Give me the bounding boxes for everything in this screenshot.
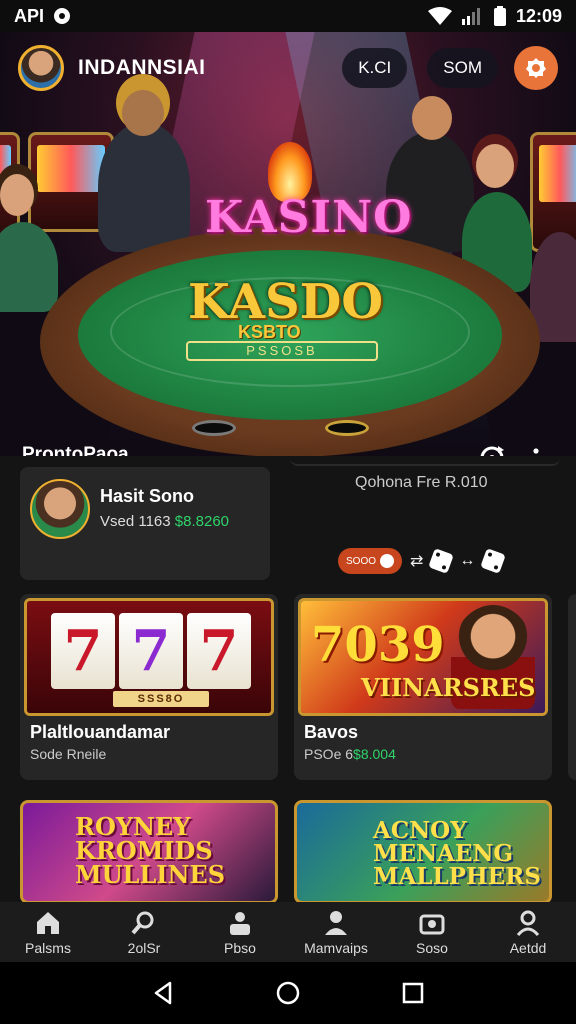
player-head [476, 144, 514, 188]
nav-item-profile[interactable]: Aetdd [480, 902, 576, 962]
kasino-logo: KASINO [205, 192, 413, 243]
nav-label: Palsms [25, 939, 71, 956]
promo-line: ACNOY [373, 817, 467, 844]
nav-item-home[interactable]: Palsms [0, 902, 96, 962]
promo-line: MENAENG [373, 840, 514, 867]
thumb-number: 7039 [311, 617, 445, 673]
nav-item-camera[interactable]: Soso [384, 902, 480, 962]
player-figure [0, 222, 58, 312]
game-thumbnail: 7 7 7 SSS8O [24, 598, 274, 716]
kasdo-subtitle: KSBTO [238, 322, 301, 342]
reel: 7 [187, 613, 251, 689]
search-person-icon [131, 911, 154, 934]
gear-icon [526, 58, 546, 78]
person-icon [325, 910, 347, 935]
player-figure [98, 122, 190, 252]
dice-icon [428, 548, 455, 574]
player-head [0, 174, 34, 216]
game-card[interactable]: 7039 VIINARSRES Bavos PSOe 6$8.004 [294, 594, 552, 780]
back-icon[interactable] [150, 980, 176, 1006]
chip-tray [192, 420, 236, 436]
status-badge[interactable]: SOOO [338, 548, 403, 574]
bottom-nav: Palsms 2olSr Pbso Mamvaips Soso Aetdd [0, 902, 576, 962]
game-title: Plaltlouandamar [30, 722, 171, 742]
hero-caption: ProntoPaoa [22, 444, 129, 456]
settings-button[interactable] [514, 46, 558, 90]
game-thumbnail: 7039 VIINARSRES [298, 598, 548, 716]
nav-label: Mamvaips [304, 939, 368, 956]
nav-label: Pbso [224, 939, 256, 956]
swap-icon: ↔ [459, 552, 476, 569]
nav-item-players[interactable]: Mamvaips [288, 902, 384, 962]
people-icon [230, 911, 250, 935]
clock: 12:09 [515, 5, 562, 26]
battery-icon [493, 6, 506, 26]
thumb-title: VIINARSRES [361, 673, 536, 702]
status-bar: API 12:09 [0, 0, 576, 32]
promo-line: MULLINES [75, 860, 226, 889]
promo-card[interactable]: ACNOY MENAENG MALLPHERS [294, 800, 552, 904]
profile-name: Hasit Sono [100, 486, 195, 506]
promo-line: MALLPHERS [373, 863, 541, 890]
player-head [412, 96, 452, 140]
avatar[interactable] [18, 45, 64, 91]
nav-item-people[interactable]: Pbso [192, 902, 288, 962]
profile-stats: Vsed 1163 $8.8260 [100, 513, 229, 530]
home-circle-icon[interactable] [275, 980, 301, 1006]
game-card-partial[interactable] [568, 594, 576, 780]
system-nav-bar [0, 962, 576, 1024]
player-head [122, 90, 164, 136]
more-vertical-icon[interactable] [526, 446, 544, 456]
recents-icon[interactable] [400, 980, 426, 1006]
nav-item-search[interactable]: 2olSr [96, 902, 192, 962]
wifi-icon [427, 7, 452, 25]
heart-icon [380, 554, 395, 568]
nav-label: 2olSr [127, 939, 161, 956]
app-header: INDANNSIAI K.CI SOM [0, 42, 576, 94]
camera-icon [419, 914, 445, 934]
game-title: Bavos [304, 722, 359, 742]
avatar [30, 479, 90, 539]
badge-label: SOOO [346, 555, 377, 567]
hero-banner[interactable]: KASINO KASDO KSBTO PSSOSB ProntoPaoa [0, 32, 576, 456]
promo-card[interactable]: ROYNEY KROMIDS MULLINES [20, 800, 278, 904]
promo-text: ROYNEY KROMIDS MULLINES [75, 815, 225, 887]
felt-plate: PSSOSB [186, 341, 378, 361]
game-card[interactable]: 7 7 7 SSS8O Plaltlouandamar Sode Rneile [20, 594, 278, 780]
nav-label: Soso [416, 939, 448, 956]
side-panel-edge [290, 458, 560, 466]
profile-amount: $8.8260 [174, 513, 230, 530]
promo-text: ACNOY MENAENG MALLPHERS [373, 819, 541, 888]
signal-icon [461, 8, 480, 25]
swap-icon: ⇄ [410, 553, 424, 570]
game-subtitle: PSOe 6$8.004 [304, 746, 396, 762]
game-sub-text: PSOe 6 [304, 746, 354, 762]
game-amount: $8.004 [353, 746, 396, 762]
notification-icon [54, 8, 71, 24]
nav-label: Aetdd [509, 939, 547, 956]
profile-sub-text: Vsed 1163 [100, 513, 171, 530]
profile-card[interactable]: Hasit Sono Vsed 1163 $8.8260 [20, 467, 270, 580]
reel: 7 [119, 613, 183, 689]
game-subtitle: Sode Rneile [30, 746, 107, 762]
header-pill-button[interactable]: SOM [427, 48, 498, 88]
chip-tray [325, 420, 369, 436]
thumb-plate: SSS8O [113, 691, 209, 707]
reel: 7 [51, 613, 115, 689]
badge-row: SOOO ⇄ ↔ [338, 548, 507, 574]
dice-icon [480, 548, 507, 574]
side-info-title: Qohona Fre R.010 [355, 474, 488, 491]
home-icon [37, 911, 59, 934]
carrier-label: API [14, 5, 45, 26]
brand-title: INDANNSIAI [78, 56, 206, 79]
profile-icon [516, 910, 540, 936]
header-pill-button[interactable]: K.CI [342, 48, 408, 88]
refresh-icon[interactable] [478, 444, 506, 456]
